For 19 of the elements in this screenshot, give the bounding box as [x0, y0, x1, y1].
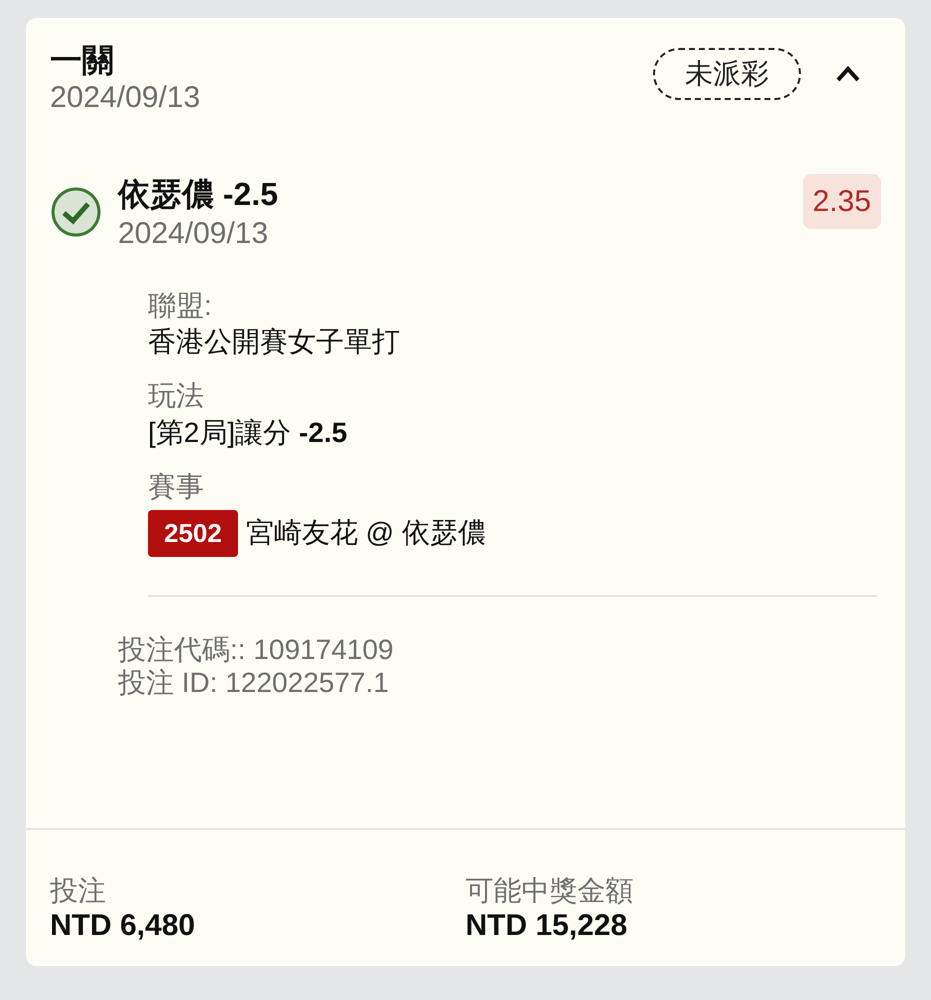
detail-value: 香港公開賽女子單打	[148, 324, 401, 359]
detail-label: 賽事	[148, 470, 205, 504]
bet-title: 一關	[50, 41, 115, 80]
bet-reference: 投注代碼:: 109174109	[118, 632, 394, 666]
bet-reference: 投注 ID: 122022577.1	[118, 666, 390, 700]
selection-name: 依瑟儂 -2.5	[118, 175, 280, 214]
event-name: 宮崎友花 @ 依瑟儂	[246, 516, 486, 550]
event-code: 2502	[148, 510, 238, 557]
bet-date: 2024/09/13	[50, 80, 202, 116]
detail-label: 聯盟:	[148, 288, 213, 323]
amount-value: NTD 6,480	[50, 908, 196, 944]
odds-value: 2.35	[802, 174, 881, 229]
selection-date: 2024/09/13	[118, 216, 270, 252]
detail-label: 玩法	[148, 379, 205, 414]
amount-value: NTD 15,228	[466, 908, 628, 944]
status-tag: 未派彩	[653, 48, 801, 100]
detail-value: [第2局]讓分 -2.5	[148, 416, 348, 450]
amount-label: 可能中獎金額	[466, 874, 634, 908]
amount-label: 投注	[50, 874, 107, 908]
